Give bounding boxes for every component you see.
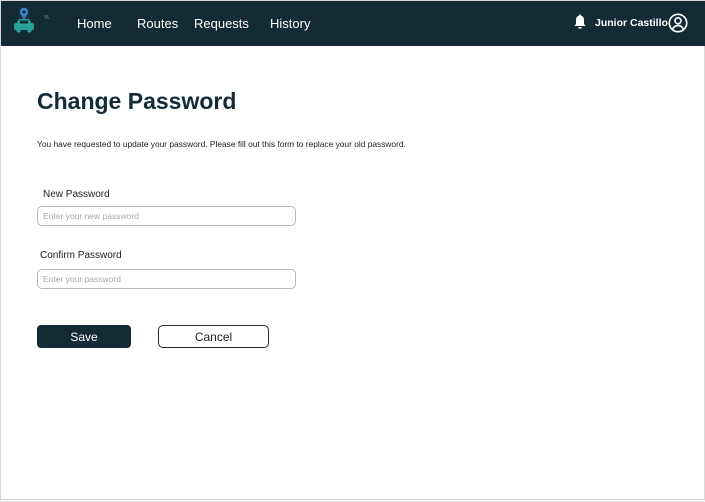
new-password-input[interactable] (37, 206, 296, 226)
cancel-button[interactable]: Cancel (158, 325, 269, 348)
nav-home[interactable]: Home (77, 16, 112, 31)
user-name[interactable]: Junior Castillo (595, 17, 668, 29)
save-button[interactable]: Save (37, 325, 131, 348)
top-navbar: Home Routes Requests History Junior Cast… (1, 1, 705, 46)
new-password-label: New Password (43, 189, 110, 200)
car-location-logo-icon[interactable] (11, 5, 53, 37)
user-circle-icon[interactable] (668, 13, 688, 33)
page-description: You have requested to update your passwo… (37, 139, 406, 149)
confirm-password-label: Confirm Password (40, 250, 122, 261)
page-title: Change Password (37, 88, 237, 114)
bell-icon[interactable] (573, 14, 587, 30)
nav-history[interactable]: History (270, 16, 310, 31)
nav-requests[interactable]: Requests (194, 16, 249, 31)
nav-routes[interactable]: Routes (137, 16, 178, 31)
app-window: Home Routes Requests History Junior Cast… (0, 0, 705, 500)
confirm-password-input[interactable] (37, 269, 296, 289)
